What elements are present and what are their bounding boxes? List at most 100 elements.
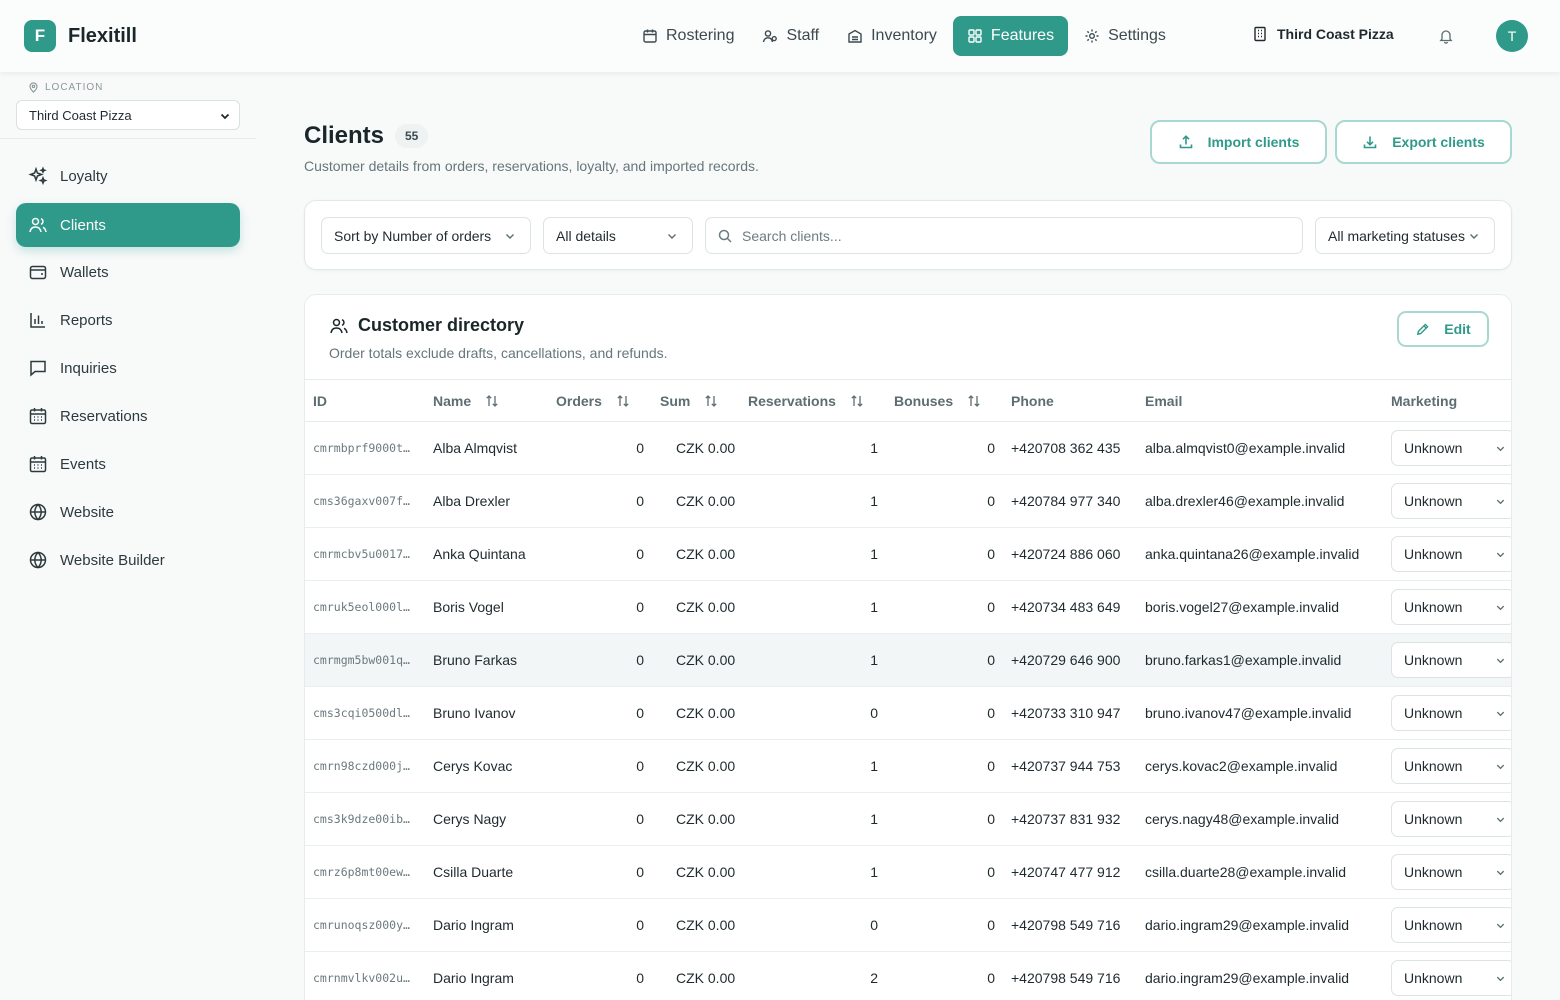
marketing-select-value: Unknown (1404, 440, 1463, 456)
edit-button[interactable]: Edit (1397, 311, 1489, 347)
cell-email: alba.drexler46@example.invalid (1145, 493, 1345, 509)
sidebar-item-clients[interactable]: Clients (16, 203, 240, 247)
sort-icon[interactable] (850, 394, 864, 408)
cell-orders: 0 (636, 493, 644, 509)
bell-icon[interactable] (1438, 28, 1454, 44)
page-subtitle: Customer details from orders, reservatio… (304, 158, 759, 174)
chevron-down-icon (1496, 446, 1505, 452)
cell-reservations: 1 (870, 440, 878, 456)
table-row[interactable]: cms36gaxv007f… Alba Drexler 0 CZK 0.00 1… (305, 475, 1511, 528)
col-bonuses[interactable]: Bonuses (886, 380, 1003, 422)
marketing-select[interactable]: Unknown (1391, 695, 1511, 731)
cell-reservations: 1 (870, 864, 878, 880)
sort-icon[interactable] (704, 394, 718, 408)
nav-features[interactable]: Features (952, 16, 1069, 56)
cell-orders: 0 (636, 546, 644, 562)
nav-staff[interactable]: Staff (750, 16, 831, 56)
sidebar-item-events[interactable]: Events (16, 442, 240, 486)
sidebar-item-website[interactable]: Website (16, 490, 240, 534)
import-clients-button[interactable]: Import clients (1150, 120, 1327, 164)
nav-inventory[interactable]: Inventory (835, 16, 949, 56)
sort-icon[interactable] (616, 394, 630, 408)
marketing-select-value: Unknown (1404, 493, 1463, 509)
gear-icon (1085, 29, 1099, 43)
marketing-select[interactable]: Unknown (1391, 854, 1511, 890)
chevron-down-icon (1496, 605, 1505, 611)
marketing-select-value: Unknown (1404, 652, 1463, 668)
table-row[interactable]: cmrmcbv5u0017… Anka Quintana 0 CZK 0.00 … (305, 528, 1511, 581)
marketing-select[interactable]: Unknown (1391, 907, 1511, 943)
avatar[interactable]: T (1496, 20, 1528, 52)
cell-email: dario.ingram29@example.invalid (1145, 917, 1350, 933)
sidebar-item-wallets[interactable]: Wallets (16, 250, 240, 294)
brand[interactable]: F Flexitill (24, 20, 137, 52)
staff-icon (763, 30, 778, 43)
col-name[interactable]: Name (425, 380, 548, 422)
cell-reservations: 1 (870, 546, 878, 562)
table-row[interactable]: cmrz6p8mt00ew… Csilla Duarte 0 CZK 0.00 … (305, 846, 1511, 899)
sidebar-item-inquiries[interactable]: Inquiries (16, 346, 240, 390)
col-reservations[interactable]: Reservations (740, 380, 886, 422)
search-input[interactable]: Search clients... (705, 217, 1303, 254)
sidebar-item-reservations[interactable]: Reservations (16, 394, 240, 438)
cell-orders: 0 (636, 864, 644, 880)
marketing-select[interactable]: Unknown (1391, 589, 1511, 625)
cell-email: dario.ingram29@example.invalid (1145, 970, 1350, 986)
sort-icon[interactable] (967, 394, 981, 408)
sidebar: LOCATION Third Coast Pizza Loyalty Clien… (0, 72, 256, 1000)
table-row[interactable]: cmruk5eol000l… Boris Vogel 0 CZK 0.00 1 … (305, 581, 1511, 634)
chevron-down-icon (1496, 658, 1505, 664)
page-title: Clients (304, 122, 385, 149)
export-clients-button[interactable]: Export clients (1335, 120, 1512, 164)
sidebar-item-loyalty[interactable]: Loyalty (16, 154, 240, 198)
cell-sum: CZK 0.00 (676, 705, 736, 721)
col-orders[interactable]: Orders (548, 380, 652, 422)
location-label: LOCATION (28, 82, 103, 93)
chevron-down-icon (1496, 499, 1505, 505)
sort-icon[interactable] (485, 394, 499, 408)
cell-bonuses: 0 (987, 811, 995, 827)
cell-name: Boris Vogel (433, 599, 504, 615)
marketing-select[interactable]: Unknown (1391, 536, 1511, 572)
marketing-select[interactable]: Unknown (1391, 642, 1511, 678)
sort-select[interactable]: Sort by Number of orders (321, 217, 531, 254)
cell-name: Csilla Duarte (433, 864, 514, 880)
sidebar-item-website-builder[interactable]: Website Builder (16, 538, 240, 582)
nav-rostering[interactable]: Rostering (630, 16, 746, 56)
table-row[interactable]: cmrunoqsz000y… Dario Ingram 0 CZK 0.00 0… (305, 899, 1511, 952)
col-id: ID (313, 392, 327, 409)
location-select[interactable]: Third Coast Pizza (16, 100, 240, 130)
cell-id: cmrnmvlkv002u… (313, 971, 410, 985)
marketing-select[interactable]: Unknown (1391, 801, 1511, 837)
marketing-select[interactable]: Unknown (1391, 748, 1511, 784)
col-sum[interactable]: Sum (652, 380, 740, 422)
marketing-select-value: Unknown (1404, 811, 1463, 827)
table-row[interactable]: cmrnmvlkv002u… Dario Ingram 0 CZK 0.00 2… (305, 952, 1511, 1000)
cell-id: cmrunoqsz000y… (313, 918, 410, 932)
brand-logo: F (24, 20, 56, 52)
table-row[interactable]: cms3cqi0500dl… Bruno Ivanov 0 CZK 0.00 0… (305, 687, 1511, 740)
users-icon (29, 217, 47, 233)
nav-settings[interactable]: Settings (1072, 16, 1178, 56)
location-switcher[interactable]: Third Coast Pizza (1252, 26, 1394, 42)
cell-name: Dario Ingram (433, 917, 514, 933)
marketing-select-value: Unknown (1404, 705, 1463, 721)
table-row[interactable]: cms3k9dze00ib… Cerys Nagy 0 CZK 0.00 1 0… (305, 793, 1511, 846)
marketing-select[interactable]: Unknown (1391, 430, 1511, 466)
cell-name: Cerys Kovac (433, 758, 513, 774)
nav-staff-label: Staff (786, 27, 820, 44)
cell-sum: CZK 0.00 (676, 599, 736, 615)
bar-chart-icon (30, 313, 45, 328)
cell-orders: 0 (636, 811, 644, 827)
table-row[interactable]: cmrmbprf9000t… Alba Almqvist 0 CZK 0.00 … (305, 422, 1511, 475)
cell-sum: CZK 0.00 (676, 758, 736, 774)
table-row[interactable]: cmrn98czd000j… Cerys Kovac 0 CZK 0.00 1 … (305, 740, 1511, 793)
wallet-icon (29, 265, 47, 280)
building-icon (1254, 26, 1266, 42)
sidebar-item-reports[interactable]: Reports (16, 298, 240, 342)
details-select[interactable]: All details (543, 217, 693, 254)
table-row[interactable]: cmrmgm5bw001q… Bruno Farkas 0 CZK 0.00 1… (305, 633, 1511, 687)
marketing-status-select[interactable]: All marketing statuses (1315, 217, 1495, 254)
marketing-select[interactable]: Unknown (1391, 483, 1511, 519)
marketing-select[interactable]: Unknown (1391, 960, 1511, 996)
